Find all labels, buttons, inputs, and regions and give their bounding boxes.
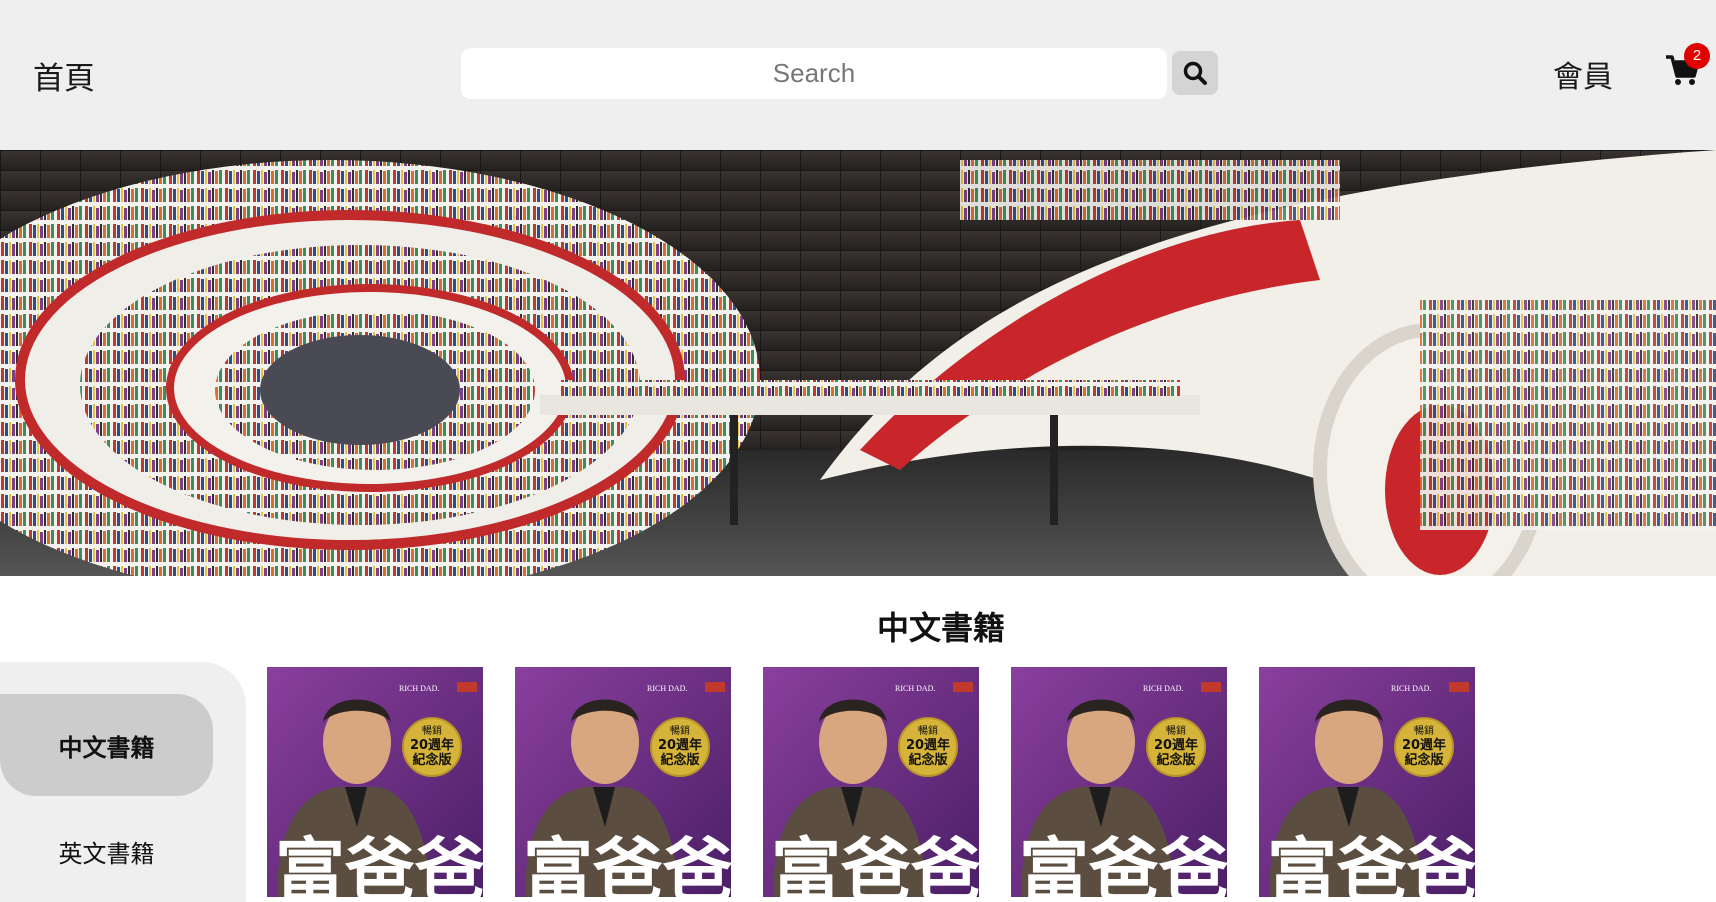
search-button[interactable] [1172,51,1218,95]
svg-text:暢銷: 暢銷 [422,724,442,737]
svg-text:紀念版: 紀念版 [660,752,699,768]
svg-text:RICH DAD.: RICH DAD. [1143,684,1183,693]
svg-text:暢銷: 暢銷 [670,724,690,737]
sidebar-item-english-books[interactable]: 英文書籍 [0,800,213,902]
svg-text:紀念版: 紀念版 [1404,752,1443,768]
svg-text:暢銷: 暢銷 [1166,724,1186,737]
sidebar-item-label: 英文書籍 [58,839,155,868]
svg-text:RICH DAD.: RICH DAD. [399,684,439,693]
section-title: 中文書籍 [876,609,1005,647]
book-cover-image: RICH DAD. 暢銷 20週年 紀念版 富爸爸 [1011,667,1227,897]
svg-text:暢銷: 暢銷 [1414,724,1434,737]
svg-text:20週年: 20週年 [906,737,950,753]
svg-text:富爸爸: 富爸爸 [275,830,483,897]
svg-text:20週年: 20週年 [410,737,454,753]
svg-text:暢銷: 暢銷 [918,724,938,737]
svg-text:富爸爸: 富爸爸 [771,830,979,897]
search-icon [1183,61,1207,85]
svg-text:RICH DAD.: RICH DAD. [895,684,935,693]
svg-text:富爸爸: 富爸爸 [1019,830,1227,897]
search-input[interactable] [461,48,1167,99]
svg-text:富爸爸: 富爸爸 [523,830,731,897]
svg-text:紀念版: 紀念版 [908,752,947,768]
book-cover-image: RICH DAD. 暢銷 20週年 紀念版 富爸爸 [267,667,483,897]
hero-banner-image [0,150,1716,576]
svg-text:RICH DAD.: RICH DAD. [1391,684,1431,693]
book-card[interactable]: RICH DAD. 暢銷 20週年 紀念版 富爸爸 [267,667,483,897]
top-header: 首頁 會員 2 [0,0,1716,150]
sidebar-item-label: 中文書籍 [58,733,155,762]
book-card[interactable]: RICH DAD. 暢銷 20週年 紀念版 富爸爸 [763,667,979,897]
book-cover-image: RICH DAD. 暢銷 20週年 紀念版 富爸爸 [515,667,731,897]
home-link[interactable]: 首頁 [33,53,95,98]
svg-text:20週年: 20週年 [1402,737,1446,753]
svg-text:紀念版: 紀念版 [1156,752,1195,768]
book-cover-image: RICH DAD. 暢銷 20週年 紀念版 富爸爸 [763,667,979,897]
book-cover-image: RICH DAD. 暢銷 20週年 紀念版 富爸爸 [1259,667,1475,897]
book-card[interactable]: RICH DAD. 暢銷 20週年 紀念版 富爸爸 [515,667,731,897]
svg-text:紀念版: 紀念版 [412,752,451,768]
svg-text:20週年: 20週年 [658,737,702,753]
svg-text:富爸爸: 富爸爸 [1267,830,1475,897]
sidebar-item-chinese-books[interactable]: 中文書籍 [0,694,213,796]
book-card[interactable]: RICH DAD. 暢銷 20週年 紀念版 富爸爸 [1259,667,1475,897]
cart-count-badge: 2 [1684,43,1710,69]
svg-text:20週年: 20週年 [1154,737,1198,753]
member-link[interactable]: 會員 [1553,52,1613,96]
category-sidebar: 中文書籍 英文書籍 [0,662,246,902]
book-card[interactable]: RICH DAD. 暢銷 20週年 紀念版 富爸爸 [1011,667,1227,897]
svg-text:RICH DAD.: RICH DAD. [647,684,687,693]
